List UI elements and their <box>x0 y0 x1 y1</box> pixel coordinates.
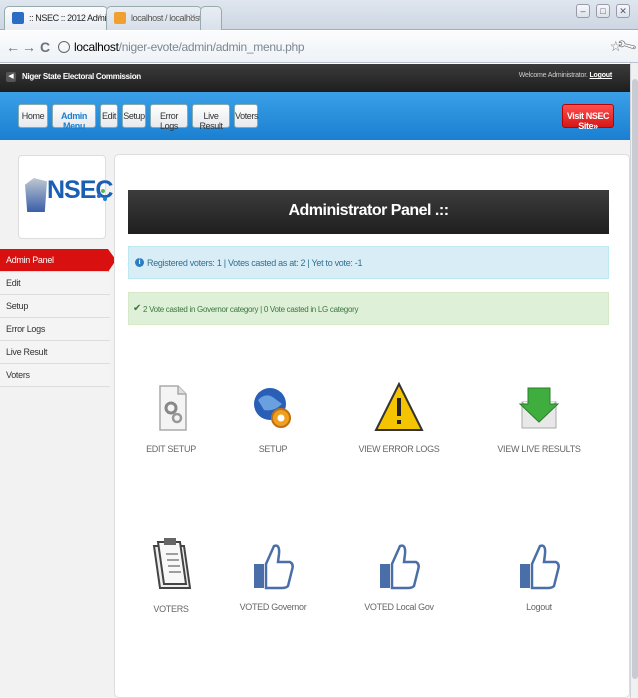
thumbs-up-icon <box>248 540 298 592</box>
warning-icon <box>374 381 424 434</box>
menu-home-button[interactable]: Home <box>18 104 48 128</box>
sidebar-item-setup[interactable]: Setup <box>0 295 110 318</box>
url-field[interactable]: localhost/niger-evote/admin/admin_menu.p… <box>58 37 598 57</box>
forward-arrow-icon[interactable]: → <box>22 39 36 55</box>
window-controls: – □ ✕ <box>576 4 630 18</box>
minimize-icon[interactable]: – <box>576 4 590 18</box>
nsec-logo[interactable]: NSEC <box>18 155 113 239</box>
success-alert: ✔ 2 Vote casted in Governor category | 0… <box>128 292 609 325</box>
logo-dots-icon <box>97 189 107 203</box>
envelope-arrow-icon <box>514 382 564 434</box>
browser-tab-phpmyadmin[interactable]: localhost / localhost / evot ✕ <box>106 6 202 30</box>
menu-edit-button[interactable]: Edit <box>100 104 118 128</box>
back-arrow-icon[interactable]: ← <box>6 39 20 55</box>
menu-error-logs-button[interactable]: Error Logs <box>150 104 188 131</box>
sidebar-item-error-logs[interactable]: Error Logs <box>0 318 110 341</box>
page-scrollbar[interactable] <box>630 63 638 698</box>
thumbs-up-icon <box>374 540 424 592</box>
menu-live-result-button[interactable]: Live Result <box>192 104 230 131</box>
tab-close-icon[interactable]: ✕ <box>189 12 197 23</box>
thumbs-up-icon <box>514 540 564 592</box>
sidebar-item-voters[interactable]: Voters <box>0 364 110 387</box>
sidebar-item-edit[interactable]: Edit <box>0 272 110 295</box>
main-menu-bar: Home Admin Menu Edit Setup Error Logs Li… <box>0 92 630 140</box>
logout-link[interactable]: Logout <box>589 72 612 79</box>
reload-icon[interactable]: C <box>40 39 50 55</box>
tile-label: SETUP <box>258 444 288 454</box>
tile-view-error-logs[interactable]: VIEW ERROR LOGS <box>334 381 464 454</box>
url-host: localhost <box>74 40 119 54</box>
info-alert: i Registered voters: 1 | Votes casted as… <box>128 246 609 279</box>
tile-label: VOTED Governor <box>239 602 307 612</box>
new-tab-button[interactable] <box>200 6 222 30</box>
tile-label: VIEW ERROR LOGS <box>358 444 440 454</box>
logo-emblem-icon <box>25 178 47 212</box>
sidebar-item-live-result[interactable]: Live Result <box>0 341 110 364</box>
menu-voters-button[interactable]: Voters <box>234 104 259 128</box>
collapse-arrow-icon[interactable]: ◀ <box>6 72 16 82</box>
sidebar-nav: Admin Panel Edit Setup Error Logs Live R… <box>0 249 116 387</box>
address-toolbar: ← → C localhost/niger-evote/admin/admin_… <box>0 31 638 63</box>
visit-nsec-site-button[interactable]: Visit NSEC Site» <box>562 104 614 131</box>
tile-label: VIEW LIVE RESULTS <box>497 444 581 454</box>
tile-logout[interactable]: Logout <box>474 540 604 612</box>
url-path: /niger-evote/admin/admin_menu.php <box>118 40 305 54</box>
browser-tab-bar: :: NSEC :: 2012 Administra ✕ localhost /… <box>0 0 638 30</box>
info-text: Registered voters: 1 | Votes casted as a… <box>147 258 363 268</box>
tile-voted-governor[interactable]: VOTED Governor <box>208 540 338 612</box>
menu-setup-button[interactable]: Setup <box>122 104 146 128</box>
close-window-icon[interactable]: ✕ <box>616 4 630 18</box>
tab-close-icon[interactable]: ✕ <box>95 12 103 23</box>
phpmyadmin-favicon-icon <box>114 12 126 24</box>
info-icon: i <box>135 258 144 267</box>
tile-voted-local-gov[interactable]: VOTED Local Gov <box>334 540 464 612</box>
welcome-text: Welcome Administrator. Logout <box>519 72 612 79</box>
welcome-label: Welcome Administrator. <box>518 72 588 79</box>
sidebar-item-admin-panel[interactable]: Admin Panel <box>0 249 116 272</box>
document-gear-icon <box>146 382 196 434</box>
page-icon <box>58 41 70 53</box>
browser-tab-admin[interactable]: :: NSEC :: 2012 Administra ✕ <box>4 6 108 30</box>
nsec-favicon-icon <box>12 12 24 24</box>
globe-gear-icon <box>248 382 298 434</box>
maximize-icon[interactable]: □ <box>596 4 610 18</box>
success-text: 2 Vote casted in Governor category | 0 V… <box>143 305 359 314</box>
org-name: Niger State Electoral Commission <box>22 72 141 81</box>
scrollbar-thumb[interactable] <box>632 79 638 679</box>
menu-admin-menu-button[interactable]: Admin Menu <box>52 104 96 131</box>
tile-setup[interactable]: SETUP <box>208 382 338 454</box>
panel-title: Administrator Panel .:: <box>128 190 609 234</box>
check-icon: ✔ <box>133 303 142 314</box>
site-top-bar: ◀ Niger State Electoral Commission Welco… <box>0 64 630 92</box>
clipboard-icon <box>146 538 196 594</box>
tile-label: Logout <box>526 602 552 612</box>
tile-view-live-results[interactable]: VIEW LIVE RESULTS <box>474 382 604 454</box>
tile-label: VOTED Local Gov <box>364 602 434 612</box>
